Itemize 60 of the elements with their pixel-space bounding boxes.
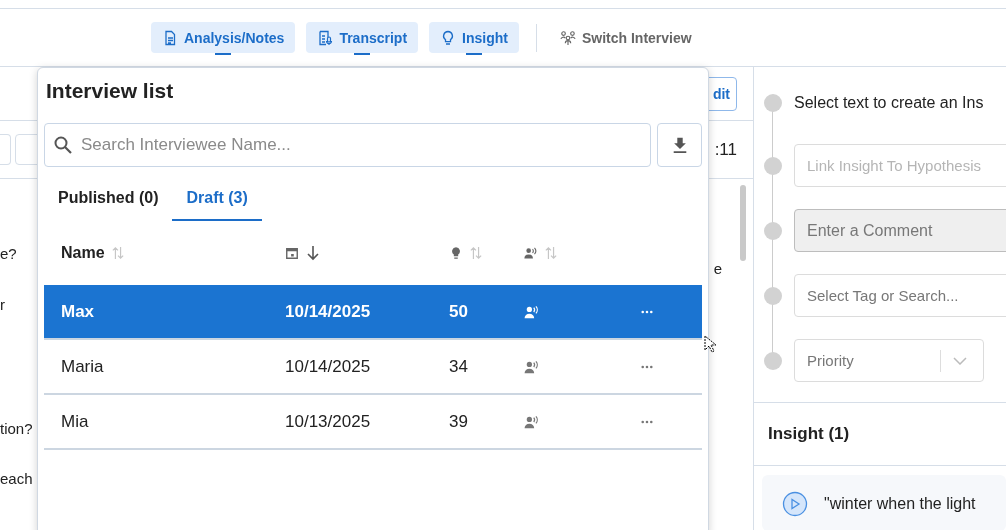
step-dot [764, 351, 782, 370]
section-title: Insight (1) [754, 403, 1006, 466]
interview-date: 10/13/2025 [285, 411, 372, 432]
speaker-icon [524, 246, 538, 260]
step-dot [764, 94, 782, 112]
interview-row[interactable]: Max 10/14/2025 50 [44, 285, 702, 340]
sort-icon[interactable] [111, 245, 124, 261]
interview-row[interactable]: Maria 10/14/2025 34 [44, 340, 702, 395]
transcript-text: e? [0, 245, 18, 262]
insight-count: 50 [449, 301, 469, 322]
transcript-text: r [0, 296, 6, 313]
lightbulb-icon [449, 246, 463, 260]
transcript-text: tion? [0, 420, 34, 437]
insight-count: 34 [449, 356, 469, 377]
document-icon [162, 29, 178, 46]
popover-title: Interview list [46, 79, 175, 104]
play-icon[interactable] [782, 491, 808, 517]
hypothesis-field[interactable]: Link Insight To Hypothesis [794, 144, 1006, 187]
step-dot [764, 286, 782, 305]
interview-row[interactable]: Mia 10/13/2025 39 [44, 395, 702, 450]
calendar-icon [285, 246, 299, 260]
list-tab[interactable]: Draft (3) [172, 181, 262, 221]
more-options-icon[interactable] [641, 309, 653, 314]
view-tab[interactable]: Insight [429, 22, 519, 53]
sort-icon[interactable] [545, 245, 557, 261]
column-header: Name [61, 244, 105, 262]
interview-date: 10/14/2025 [285, 301, 372, 322]
speaker-icon [524, 359, 540, 374]
list-tab[interactable]: Published (0) [44, 181, 173, 221]
transcript-text: each [0, 470, 34, 487]
interview-date: 10/14/2025 [285, 356, 372, 377]
search-field[interactable]: Search Interviewee Name... [44, 123, 651, 167]
document-mic-icon [317, 29, 334, 46]
people-icon [559, 29, 576, 46]
insight-quote: "winter when the light [824, 494, 976, 514]
more-options-icon[interactable] [641, 364, 653, 369]
transcript-text: e [713, 260, 722, 279]
view-tab[interactable]: Transcript [306, 22, 419, 53]
timestamp: :11 [713, 139, 737, 160]
switch-interview-button[interactable]: Switch Interview [553, 28, 698, 47]
sort-descending-icon[interactable] [306, 245, 320, 261]
chevron-down-icon [953, 356, 967, 365]
step-dot [764, 221, 782, 240]
comment-field[interactable]: Enter a Comment [794, 209, 1006, 252]
interviewee-name: Max [60, 301, 96, 322]
instruction-text: Select text to create an Ins [794, 94, 984, 112]
tag-field[interactable]: Select Tag or Search... [794, 274, 1006, 317]
download-button[interactable] [657, 123, 702, 167]
more-options-icon[interactable] [641, 419, 653, 424]
speaker-icon [524, 414, 540, 429]
step-dot [764, 156, 782, 175]
interviewee-name: Maria [60, 356, 105, 377]
insight-count: 39 [449, 411, 469, 432]
search-icon [53, 135, 73, 155]
speaker-icon [524, 304, 540, 319]
interviewee-name: Mia [60, 411, 90, 432]
priority-dropdown[interactable]: Priority [794, 339, 984, 382]
scrollbar[interactable] [740, 185, 746, 261]
view-tab[interactable]: Analysis/Notes [151, 22, 296, 53]
sort-icon[interactable] [470, 245, 482, 261]
